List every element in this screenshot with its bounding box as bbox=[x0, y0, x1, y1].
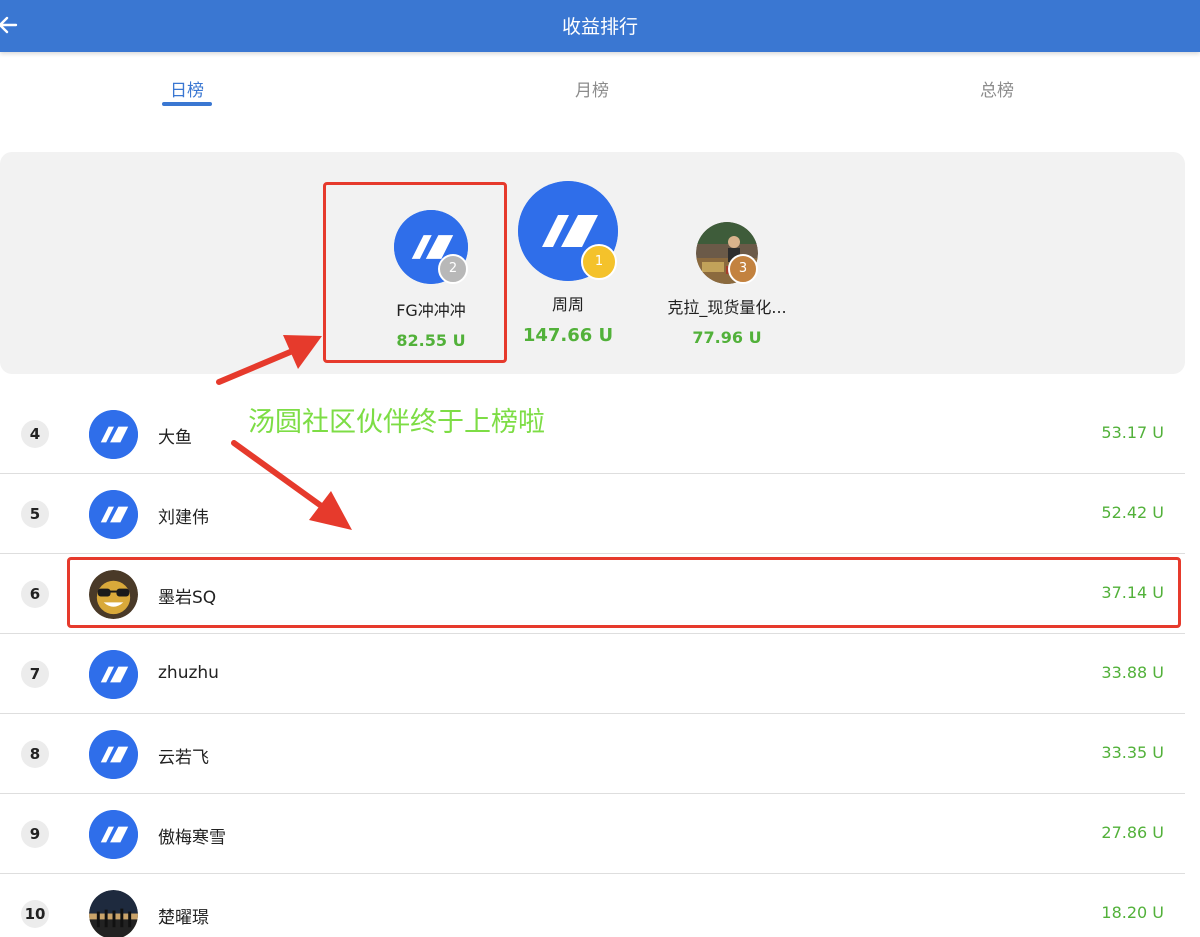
podium-third-name: 克拉_现货量化... bbox=[667, 298, 787, 317]
earnings-value: 53.17 U bbox=[1101, 423, 1164, 442]
app-logo-avatar bbox=[89, 730, 138, 779]
rank-badge-gold: 1 bbox=[581, 244, 617, 280]
rank-badge-silver: 2 bbox=[438, 254, 468, 284]
app-logo-avatar bbox=[89, 810, 138, 859]
rank-number: 9 bbox=[21, 820, 49, 848]
podium-first-name: 周周 bbox=[551, 295, 584, 314]
top-three-podium: 2 FG冲冲冲 82.55 U 1 周周 147.66 U 3 克拉_现货量化.… bbox=[0, 152, 1185, 374]
app-logo-avatar bbox=[89, 650, 138, 699]
podium-third-value: 77.96 U bbox=[692, 328, 762, 347]
rank-number: 10 bbox=[21, 900, 49, 928]
user-name: 刘建伟 bbox=[158, 508, 209, 528]
earnings-value: 33.35 U bbox=[1101, 743, 1164, 762]
list-item[interactable]: 7 zhuzhu 33.88 U bbox=[0, 634, 1185, 714]
tab-monthly[interactable]: 月榜 bbox=[575, 76, 609, 101]
earnings-value: 27.86 U bbox=[1101, 823, 1164, 842]
list-item[interactable]: 8 云若飞 33.35 U bbox=[0, 714, 1185, 794]
tab-daily[interactable]: 日榜 bbox=[170, 76, 204, 101]
user-name: 傲梅寒雪 bbox=[158, 828, 226, 848]
podium-first-value: 147.66 U bbox=[522, 325, 614, 346]
rank-number: 6 bbox=[21, 580, 49, 608]
app-logo-avatar bbox=[89, 490, 138, 539]
rank-badge-bronze: 3 bbox=[728, 254, 758, 284]
page-title: 收益排行 bbox=[561, 16, 638, 38]
list-item[interactable]: 10 楚曜璟 18.20 U bbox=[0, 874, 1185, 937]
app-header: 收益排行 bbox=[0, 0, 1200, 52]
user-name: 云若飞 bbox=[158, 748, 209, 768]
list-item[interactable]: 5 刘建伟 52.42 U bbox=[0, 474, 1185, 554]
rank-number: 7 bbox=[21, 660, 49, 688]
active-tab-indicator bbox=[162, 102, 212, 106]
list-item[interactable]: 9 傲梅寒雪 27.86 U bbox=[0, 794, 1185, 874]
user-name: 大鱼 bbox=[158, 428, 192, 448]
user-name: 楚曜璟 bbox=[158, 908, 209, 928]
user-photo-avatar bbox=[89, 890, 138, 937]
podium-third[interactable]: 3 克拉_现货量化... 77.96 U bbox=[652, 222, 802, 347]
period-tabs: 日榜 月榜 总榜 bbox=[0, 66, 1190, 122]
rank-number: 5 bbox=[21, 500, 49, 528]
earnings-value: 37.14 U bbox=[1101, 583, 1164, 602]
earnings-value: 18.20 U bbox=[1101, 903, 1164, 922]
user-name: 墨岩SQ bbox=[158, 588, 217, 608]
annotation-caption: 汤圆社区伙伴终于上榜啦 bbox=[248, 407, 545, 438]
rank-number: 8 bbox=[21, 740, 49, 768]
podium-first[interactable]: 1 周周 147.66 U bbox=[488, 181, 648, 346]
earnings-value: 52.42 U bbox=[1101, 503, 1164, 522]
list-item[interactable]: 4 大鱼 53.17 U bbox=[0, 394, 1185, 474]
app-logo-avatar bbox=[89, 410, 138, 459]
user-photo-avatar bbox=[89, 570, 138, 619]
list-item[interactable]: 6 墨岩SQ 37.14 U bbox=[0, 554, 1185, 634]
rank-number: 4 bbox=[21, 420, 49, 448]
earnings-value: 33.88 U bbox=[1101, 663, 1164, 682]
tab-total[interactable]: 总榜 bbox=[980, 76, 1014, 101]
user-name: zhuzhu bbox=[158, 663, 219, 683]
